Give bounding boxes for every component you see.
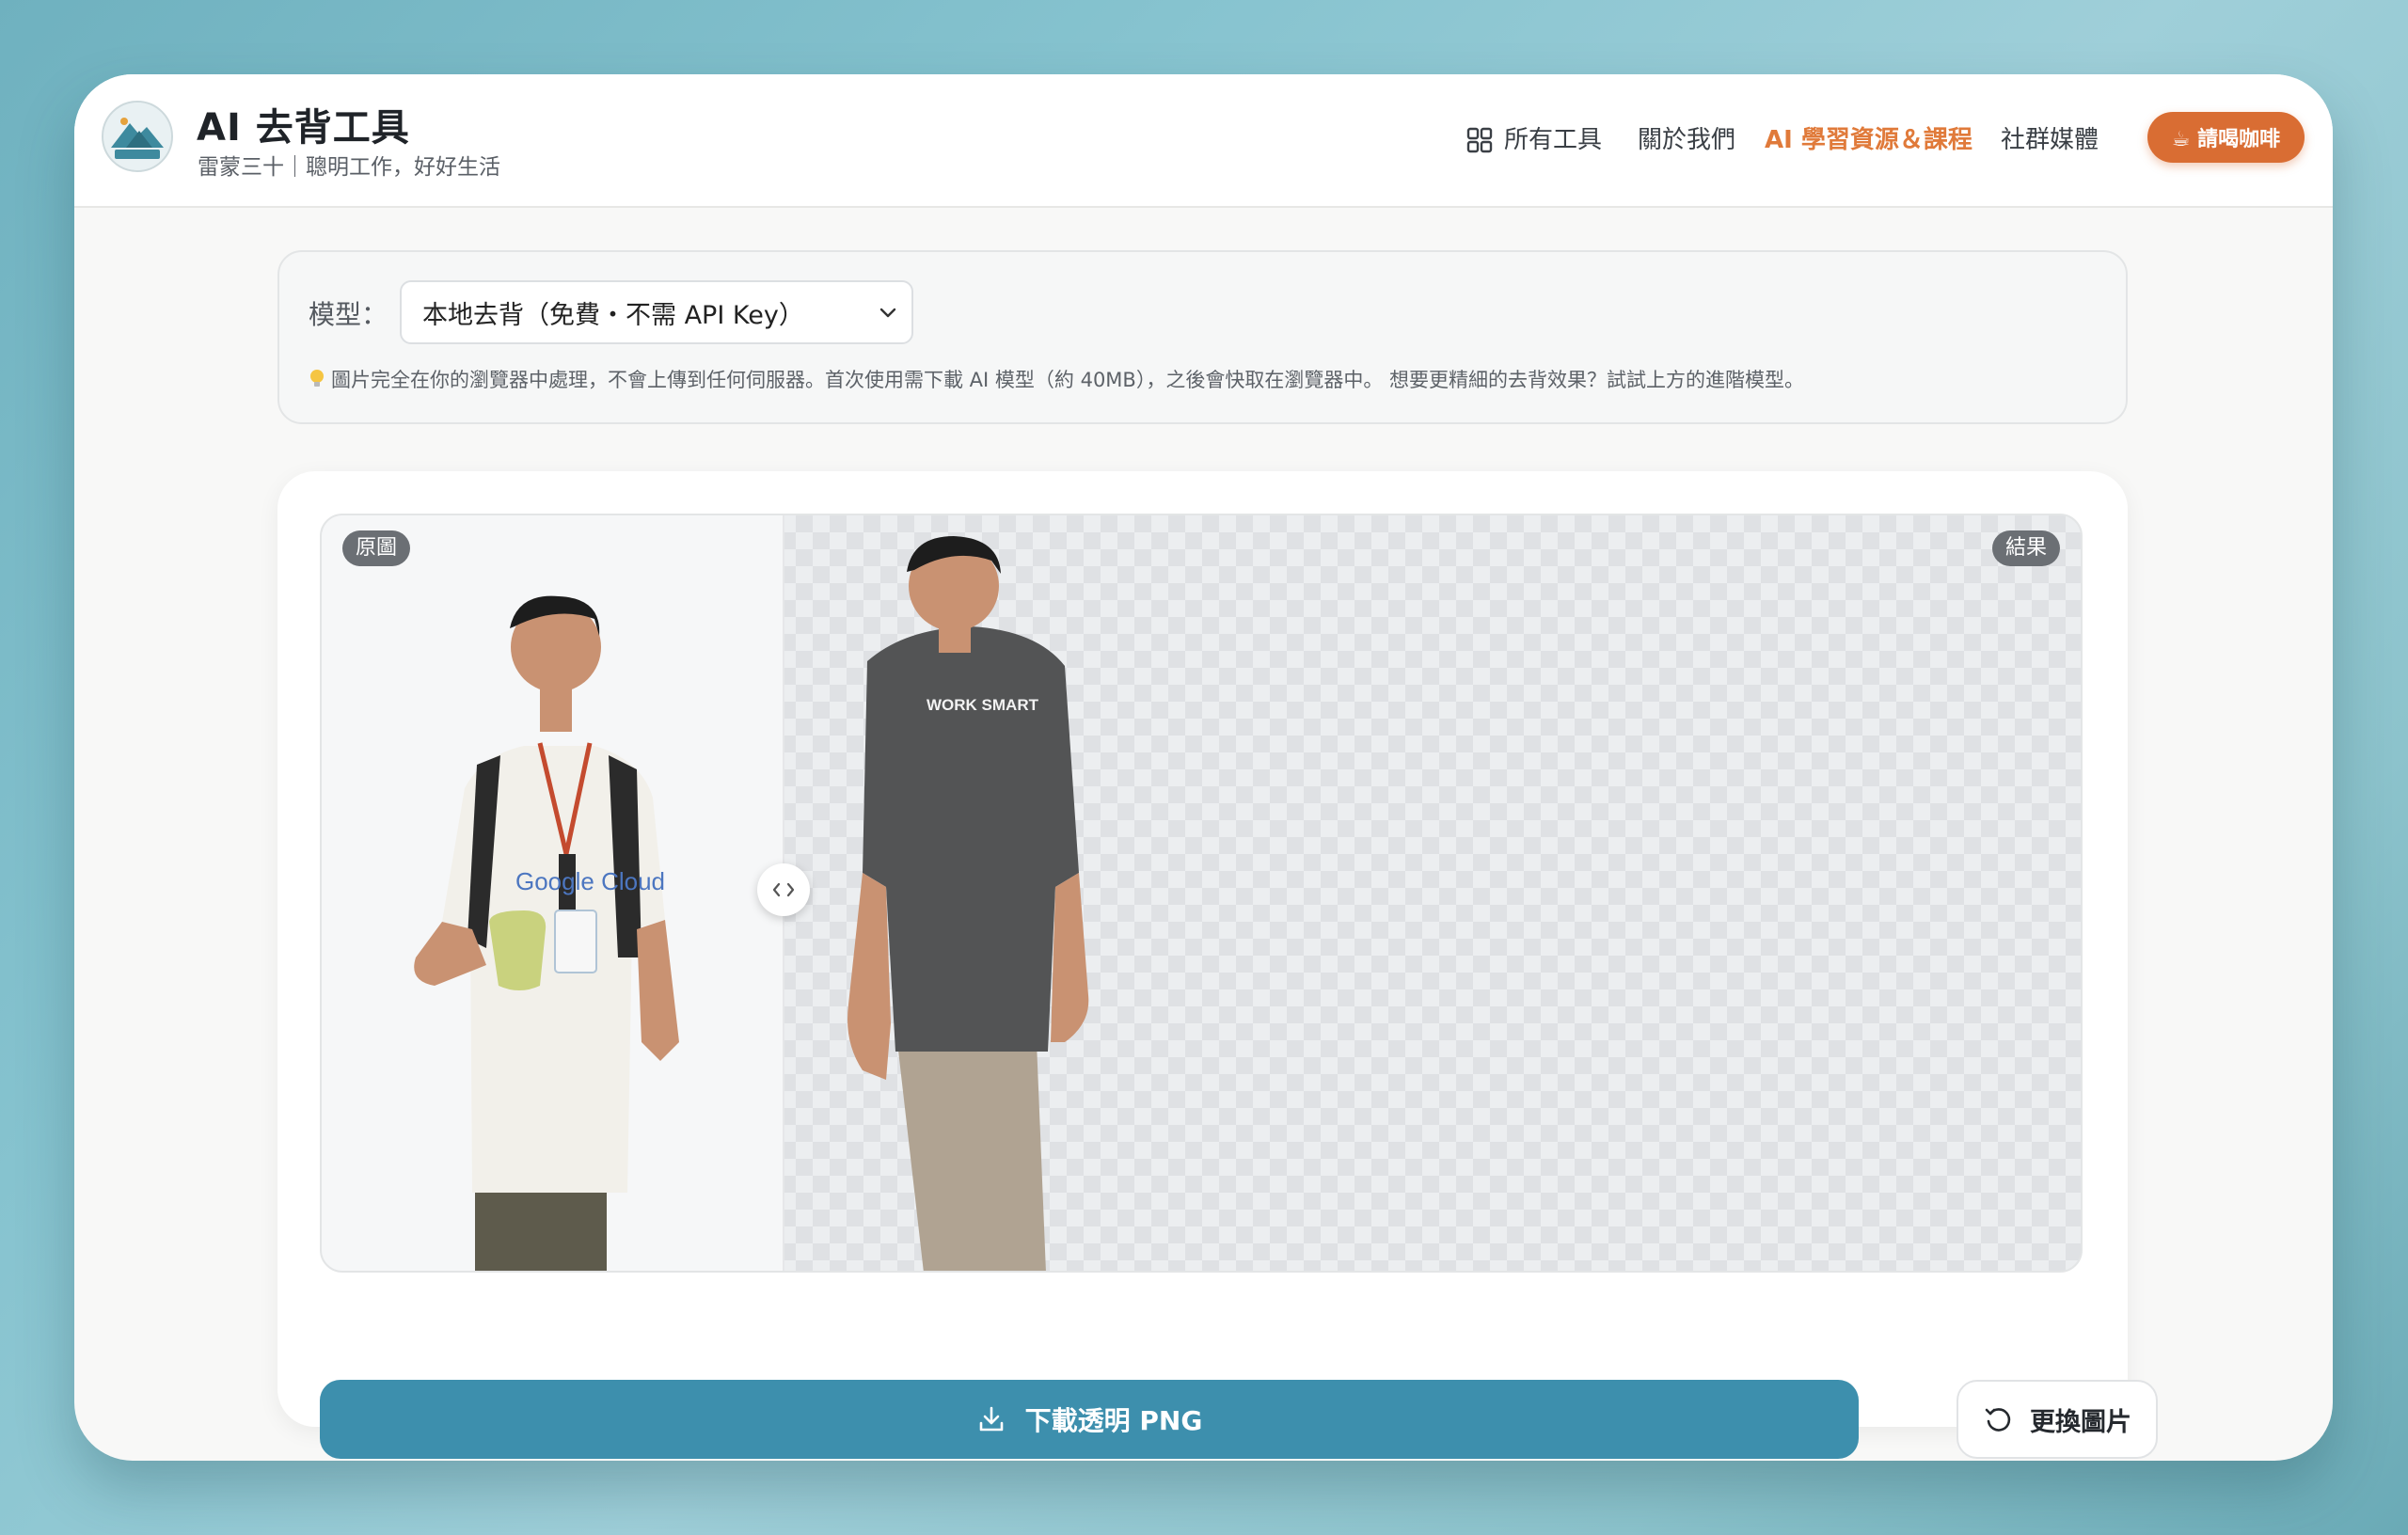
lightbulb-icon: [310, 370, 324, 387]
replace-image-label: 更換圖片: [2030, 1407, 2131, 1437]
refresh-icon: [1985, 1408, 2011, 1432]
chevron-down-icon: [879, 308, 896, 318]
preview-card: Google Cloud WORK SMART 原圖 結果 下載透明 PNG 更…: [277, 471, 2158, 1459]
nav-all-tools-label: 所有工具: [1504, 126, 1603, 154]
compare-slider-handle[interactable]: [757, 863, 810, 916]
app-window: AI 去背工具 雷蒙三十｜聰明工作，好好生活 所有工具 關於我們 AI 學習資源…: [74, 74, 2333, 1461]
buy-coffee-label: ☕ 請喝咖啡: [2171, 128, 2281, 151]
app-title: AI 去背工具: [197, 106, 410, 150]
model-select[interactable]: 本地去背（免費・不需 API Key）: [400, 280, 913, 344]
shirt-left-text: Google Cloud: [515, 867, 665, 895]
chevron-left-right-icon: [772, 882, 795, 897]
result-people-image: Google Cloud WORK SMART: [414, 536, 1089, 1271]
download-icon: [979, 1406, 1003, 1432]
top-header: AI 去背工具 雷蒙三十｜聰明工作，好好生活 所有工具 關於我們 AI 學習資源…: [74, 74, 2333, 208]
nav-all-tools[interactable]: 所有工具: [1466, 121, 1602, 159]
grid-icon: [1466, 127, 1493, 153]
logo[interactable]: [102, 101, 173, 172]
buy-coffee-button[interactable]: ☕ 請喝咖啡: [2147, 112, 2305, 163]
shirt-right-text: WORK SMART: [927, 696, 1039, 714]
app-subtitle: 雷蒙三十｜聰明工作，好好生活: [198, 155, 500, 180]
result-badge: 結果: [1991, 530, 2060, 566]
replace-image-button[interactable]: 更換圖片: [1956, 1380, 2158, 1459]
download-png-button[interactable]: 下載透明 PNG: [320, 1380, 1859, 1459]
download-png-label: 下載透明 PNG: [1024, 1405, 1203, 1436]
model-label: 模型：: [309, 299, 388, 330]
original-badge: 原圖: [342, 530, 411, 566]
model-settings-panel: 模型： 本地去背（免費・不需 API Key） 圖片完全在你的瀏覽器中處理，不會…: [277, 250, 2128, 424]
nav-ai-learning[interactable]: AI 學習資源＆課程: [1765, 121, 1972, 159]
privacy-tip-text: 圖片完全在你的瀏覽器中處理，不會上傳到任何伺服器。首次使用需下載 AI 模型（約…: [331, 369, 1805, 391]
nav-about[interactable]: 關於我們: [1638, 121, 1735, 159]
mountain-logo-icon: [103, 103, 171, 170]
right-person: WORK SMART: [848, 536, 1089, 1271]
privacy-tip: 圖片完全在你的瀏覽器中處理，不會上傳到任何伺服器。首次使用需下載 AI 模型（約…: [309, 365, 1804, 393]
left-person: Google Cloud: [414, 595, 679, 1271]
model-select-value: 本地去背（免費・不需 API Key）: [422, 300, 804, 330]
nav-social[interactable]: 社群媒體: [2001, 121, 2099, 159]
before-after-compare[interactable]: Google Cloud WORK SMART 原圖 結果: [320, 514, 2083, 1273]
